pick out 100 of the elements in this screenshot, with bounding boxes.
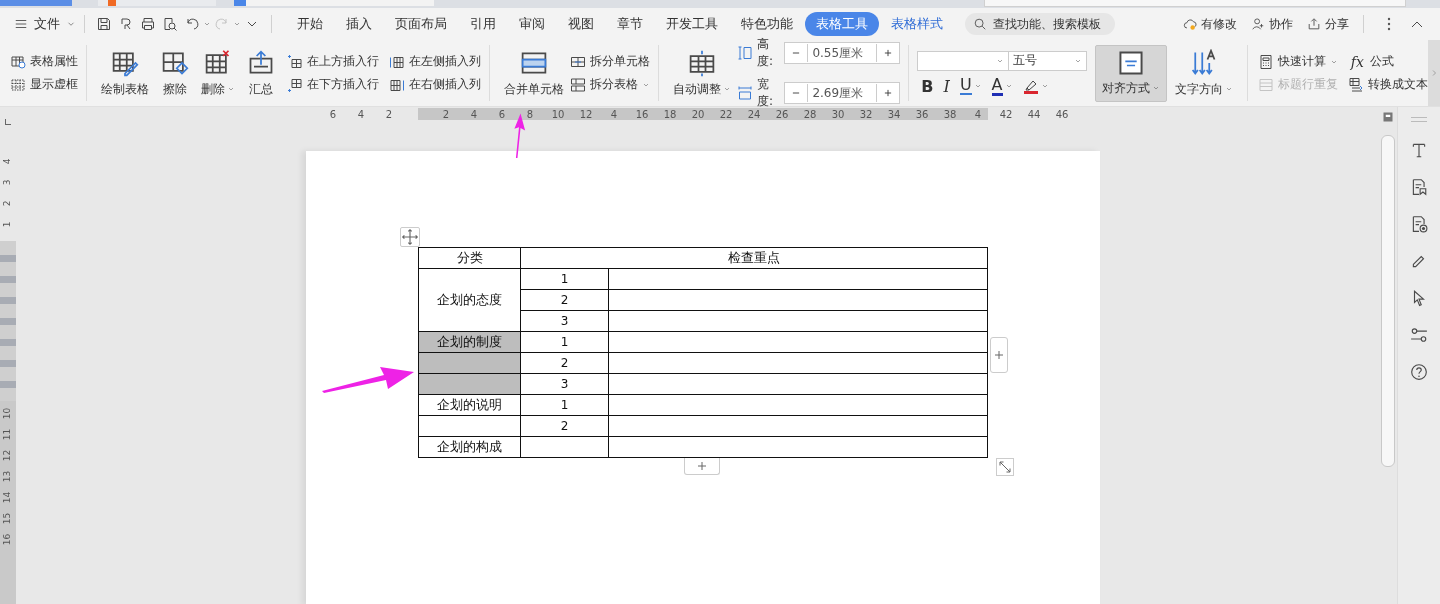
auto-fit-icon [687, 48, 716, 77]
format-painter-icon[interactable] [118, 16, 134, 32]
app-tab[interactable] [98, 0, 216, 6]
ruler-number: 46 [1054, 108, 1070, 120]
undo-icon[interactable] [184, 16, 200, 32]
ruler-number: 44 [1026, 108, 1042, 120]
move-table-icon[interactable] [400, 227, 420, 247]
bold-button[interactable]: B [921, 76, 934, 96]
caret-icon [722, 85, 731, 93]
ribbon-tab[interactable]: 表格工具 [805, 12, 879, 36]
ribbon-button[interactable]: 表格属性 [10, 53, 78, 70]
ribbon-tab[interactable]: 特色功能 [730, 12, 804, 36]
table-cell: 2 [520, 289, 609, 311]
ruler-number: 32 [858, 108, 874, 120]
ruler-number: 28 [802, 108, 818, 120]
ruler-number: 2 [384, 108, 394, 120]
auto-fit-button[interactable]: 自动调整 [668, 46, 735, 100]
ruler-number: 18 [662, 108, 678, 120]
caret-icon [1040, 82, 1049, 90]
ribbon-button[interactable]: 快速计算 [1258, 53, 1339, 70]
ribbon-tab[interactable]: 表格样式 [880, 12, 954, 36]
align-button[interactable]: 对齐方式 [1095, 44, 1168, 102]
ribbon-tab[interactable]: 引用 [459, 12, 507, 36]
ruler-number: 14 [1, 491, 14, 504]
ruler-number: 4 [356, 108, 366, 120]
italic-button[interactable]: I [943, 76, 950, 96]
underline-button[interactable]: U [959, 77, 982, 95]
ribbon-tab[interactable]: 开始 [286, 12, 334, 36]
scrollbar-thumb[interactable] [1381, 135, 1395, 467]
ruler-number: 12 [578, 108, 594, 120]
caret-icon [973, 82, 982, 90]
resize-table-icon[interactable] [996, 458, 1014, 476]
document-icon [234, 0, 246, 6]
help-icon[interactable] [1410, 363, 1428, 381]
panel-grip-icon[interactable] [1411, 117, 1427, 122]
toolbar-action[interactable]: 协作 [1251, 15, 1293, 33]
ribbon-button[interactable]: 在下方插入行 [286, 76, 379, 93]
ribbon-button[interactable]: 转换成文本 [1348, 76, 1429, 93]
ruler-number: 4 [1, 158, 14, 165]
print-preview-icon[interactable] [162, 16, 178, 32]
save-icon[interactable] [96, 16, 112, 32]
ribbon-tab[interactable]: 开发工具 [655, 12, 729, 36]
toolbar-action[interactable]: 分享 [1307, 15, 1349, 33]
caret-icon [1004, 82, 1013, 90]
ruler-number: 13 [1, 470, 14, 483]
ribbon-button[interactable]: 拆分单元格 [569, 53, 650, 70]
ruler-number: 10 [550, 108, 566, 120]
sliders-icon[interactable] [1410, 326, 1428, 344]
ruler-number: 6 [328, 108, 338, 120]
table-cell: 分类 [418, 247, 521, 269]
align-icon [1118, 49, 1145, 76]
ribbon-button[interactable]: 擦除 [156, 46, 193, 100]
ruler-number: 30 [830, 108, 846, 120]
text-icon[interactable] [1410, 141, 1428, 159]
ribbon-button[interactable]: fx 公式 [1348, 53, 1429, 70]
ruler-number: 36 [914, 108, 930, 120]
ribbon-tab[interactable]: 视图 [557, 12, 605, 36]
ribbon-button[interactable]: 拆分表格 [569, 76, 650, 93]
highlight-button[interactable] [1022, 78, 1049, 94]
tab-stop-icon[interactable] [5, 119, 11, 125]
calculator-icon [1258, 53, 1275, 70]
ribbon-button[interactable]: 汇总 [242, 46, 279, 100]
ribbon-tab[interactable]: 插入 [335, 12, 383, 36]
ribbon-button[interactable]: 在右侧插入列 [388, 76, 481, 93]
ruler-number: 12 [1, 449, 14, 462]
printer-icon[interactable] [140, 16, 156, 32]
search-icon [973, 17, 987, 31]
text-direction-button[interactable]: 文字方向 [1171, 46, 1238, 100]
ribbon-tab[interactable]: 页面布局 [384, 12, 458, 36]
font-color-button[interactable]: A [991, 76, 1013, 96]
ribbon-button[interactable]: 在左侧插入列 [388, 53, 481, 70]
column-width-icon [736, 85, 753, 101]
ribbon-button[interactable]: 在上方插入行 [286, 53, 379, 70]
merge-cells-button[interactable]: 合并单元格 [499, 46, 568, 100]
toolbar-action[interactable]: 有修改 [1183, 15, 1237, 33]
table-properties-icon [10, 53, 26, 70]
ribbon-button[interactable]: 显示虚框 [10, 76, 78, 93]
ruler-number: 8 [525, 108, 535, 120]
size-stepper[interactable]: 2.69厘米 [784, 82, 901, 104]
ribbon-button[interactable]: 删除 [196, 46, 239, 100]
ruler-number: 16 [634, 108, 650, 120]
document-settings-icon[interactable] [1410, 215, 1428, 233]
document-tab[interactable] [234, 0, 434, 6]
ribbon-tab[interactable]: 章节 [606, 12, 654, 36]
ribbon-button[interactable]: 绘制表格 [96, 46, 153, 100]
split-table-icon [569, 76, 586, 93]
ruler-number: 2 [1, 200, 14, 207]
ruler-number: 26 [774, 108, 790, 120]
document-bookmark-icon[interactable] [1410, 178, 1428, 196]
file-menu[interactable]: 文件 [14, 15, 76, 33]
ruler-number: 4 [469, 108, 479, 120]
ruler-number: 24 [746, 108, 762, 120]
share-icon [1307, 17, 1321, 31]
table-cell: 企划的制度 [418, 331, 521, 353]
size-stepper[interactable]: 0.55厘米 [784, 42, 901, 64]
search-field[interactable]: 查找功能、搜索模板 [965, 13, 1115, 35]
split-view-icon[interactable] [1382, 111, 1394, 123]
ribbon-tab[interactable]: 审阅 [508, 12, 556, 36]
ruler-number: 20 [690, 108, 706, 120]
font-size-dropdown[interactable]: 五号 [1009, 50, 1088, 71]
